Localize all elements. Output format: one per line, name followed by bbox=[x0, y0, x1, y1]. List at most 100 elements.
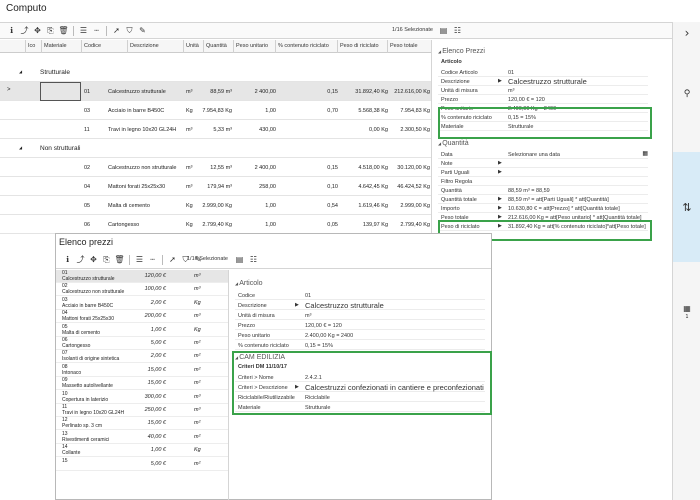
selected-cell[interactable] bbox=[40, 82, 81, 101]
delete-icon[interactable]: 🗑 bbox=[58, 25, 69, 36]
elenco-prezzi-header[interactable]: ◢ Elenco Prezzi bbox=[438, 48, 485, 55]
search-tool-icon[interactable]: ⚲ bbox=[673, 87, 700, 101]
columns-icon[interactable]: ▤ bbox=[234, 254, 245, 265]
table-row[interactable]: 02 Calcestruzzo non strutturale m³ 12,55 m³… bbox=[0, 158, 431, 177]
copy-icon[interactable]: ⎘ bbox=[101, 254, 112, 265]
property-row[interactable]: Data Selezionare una data ▦ bbox=[438, 150, 648, 159]
dash-icon[interactable]: ┄ bbox=[91, 25, 102, 36]
move-icon[interactable]: ✥ bbox=[32, 25, 43, 36]
property-row[interactable]: Unità di misura m³ bbox=[235, 311, 485, 320]
grid-header-0[interactable]: Ico bbox=[28, 43, 35, 49]
table-row[interactable]: 05 Malta di cemento Kg 2.999,00 Kg 1,00 0,54 1… bbox=[0, 196, 431, 215]
property-value[interactable]: m³ bbox=[508, 88, 514, 94]
expand-arrow-icon[interactable]: ▶ bbox=[498, 160, 502, 166]
group-row[interactable]: ◢ Strutturale bbox=[0, 63, 431, 82]
property-value[interactable]: 01 bbox=[305, 293, 311, 299]
list-item[interactable]: 12 Perlinato sp. 3 cm 15,00 € m² bbox=[56, 417, 228, 431]
delete-icon[interactable]: 🗑 bbox=[114, 254, 125, 265]
move-icon[interactable]: ✥ bbox=[88, 254, 99, 265]
collapse-icon[interactable]: ◢ bbox=[19, 145, 22, 150]
collapse-icon[interactable]: ◢ bbox=[19, 69, 22, 74]
list-item[interactable]: 01 Calcestruzzo strutturale 120,00 € m³ bbox=[56, 270, 228, 283]
grid-header-8[interactable]: Peso di riciclato bbox=[340, 43, 379, 49]
grid-header-7[interactable]: % contenuto riciclato bbox=[278, 43, 329, 49]
list-item[interactable]: 08 Intonaco 15,00 € m² bbox=[56, 364, 228, 377]
toggle-sort-icon[interactable]: ⇅ bbox=[673, 152, 700, 262]
property-value[interactable]: Calcestruzzo strutturale bbox=[305, 301, 384, 310]
grid-header-5[interactable]: Quantità bbox=[206, 43, 227, 49]
property-value[interactable]: 88,59 m³ = 88,59 bbox=[508, 188, 550, 194]
expand-arrow-icon[interactable]: ▶ bbox=[295, 302, 299, 308]
table-row[interactable]: 03 Acciaio in barre B450C Kg 7.954,83 Kg 1,0… bbox=[0, 101, 431, 120]
list-item[interactable]: 10 Copertura in laterizio 300,00 € m³ bbox=[56, 391, 228, 404]
export-icon[interactable]: ⤴ bbox=[75, 254, 86, 265]
table-row[interactable]: >01 Calcestruzzo strutturale m³ 88,59 m³ 2 4… bbox=[0, 82, 431, 101]
list-item[interactable]: 06 Cartongesso 5,00 € m² bbox=[56, 337, 228, 350]
property-row[interactable]: Unità di misura m³ bbox=[438, 86, 648, 95]
columns-icon[interactable]: ▤ bbox=[438, 25, 449, 36]
grid-header-3[interactable]: Descrizione bbox=[130, 43, 159, 49]
grid-header-6[interactable]: Peso unitario bbox=[236, 43, 268, 49]
property-row[interactable]: Prezzo 120,00 € = 120 bbox=[438, 95, 648, 104]
grid-header-1[interactable]: Materiale bbox=[44, 43, 67, 49]
list-item[interactable]: 04 Mattoni forati 25x25x30 200,00 € m³ bbox=[56, 310, 228, 324]
table-row[interactable]: 04 Mattoni forati 25x25x30 m³ 179,94 m³ 258,… bbox=[0, 177, 431, 196]
grid-header-2[interactable]: Codice bbox=[84, 43, 101, 49]
table-row[interactable]: 06 Cartongesso Kg 2.799,40 Kg 1,00 0,05 139,97… bbox=[0, 215, 431, 234]
chevron-right-icon[interactable]: › bbox=[673, 26, 700, 40]
property-row[interactable]: Quantità totale ▶ 88,59 m³ = att[Parti Ugu… bbox=[438, 195, 648, 204]
grid-header-4[interactable]: Unità bbox=[186, 43, 199, 49]
calendar-icon[interactable]: ▦ bbox=[642, 150, 648, 157]
property-row[interactable]: % contenuto riciclato 0,15 = 15% bbox=[235, 341, 485, 350]
property-row[interactable]: Codice Articolo 01 bbox=[438, 68, 648, 77]
list-item[interactable]: 02 Calcestruzzo non strutturale 100,00 € m³ bbox=[56, 283, 228, 297]
expand-arrow-icon[interactable]: ▶ bbox=[498, 169, 502, 175]
property-row[interactable]: Descrizione ▶ Calcestruzzo strutturale bbox=[438, 77, 648, 86]
grid-header-9[interactable]: Peso totale bbox=[390, 43, 418, 49]
list-icon[interactable]: ☰ bbox=[78, 25, 89, 36]
dash-icon[interactable]: ┄ bbox=[147, 254, 158, 265]
list-item[interactable]: 11 Travi in legno 10x20 GL24H 250,00 € m³ bbox=[56, 404, 228, 417]
property-value[interactable]: Selezionare una data bbox=[508, 152, 560, 158]
settings-list-icon[interactable]: ☷ bbox=[248, 254, 259, 265]
list-icon[interactable]: ☰ bbox=[134, 254, 145, 265]
property-row[interactable]: Note ▶ bbox=[438, 159, 648, 168]
property-row[interactable]: Codice 01 bbox=[235, 291, 485, 300]
list-item[interactable]: 14 Collante 1,00 € Kg bbox=[56, 444, 228, 458]
property-value[interactable]: 120,00 € = 120 bbox=[305, 323, 342, 329]
expand-arrow-icon[interactable]: ▶ bbox=[498, 78, 502, 84]
list-item[interactable]: 03 Acciaio in barre B450C 2,00 € Kg bbox=[56, 297, 228, 310]
property-value[interactable]: 10.630,80 € = att[Prezzo] * att[Quantità… bbox=[508, 206, 620, 212]
property-value[interactable]: 2.400,00 Kg = 2400 bbox=[305, 333, 353, 339]
property-row[interactable]: Filtro Regola bbox=[438, 177, 648, 186]
table-row[interactable]: 11 Travi in legno 10x20 GL24H m³ 5,33 m³ 430… bbox=[0, 120, 431, 139]
list-item[interactable]: 15 5,00 € m² bbox=[56, 458, 228, 471]
settings-list-icon[interactable]: ☷ bbox=[452, 25, 463, 36]
property-row[interactable]: Importo ▶ 10.630,80 € = att[Prezzo] * att[… bbox=[438, 204, 648, 213]
property-row[interactable]: Descrizione ▶ Calcestruzzo strutturale bbox=[235, 301, 485, 310]
property-row[interactable]: Quantità 88,59 m³ = 88,59 bbox=[438, 186, 648, 195]
pointer-icon[interactable]: ➚ bbox=[111, 25, 122, 36]
info-icon[interactable]: ℹ bbox=[62, 254, 73, 265]
property-value[interactable]: 88,59 m³ = att[Parti Uguali] * att[Quant… bbox=[508, 197, 609, 203]
pointer-icon[interactable]: ➚ bbox=[167, 254, 178, 265]
expand-arrow-icon[interactable]: ▶ bbox=[498, 205, 502, 211]
property-row[interactable]: Peso unitario 2.400,00 Kg = 2400 bbox=[235, 331, 485, 340]
info-icon[interactable]: ℹ bbox=[6, 25, 17, 36]
expand-arrow-icon[interactable]: ▶ bbox=[498, 196, 502, 202]
filter-icon[interactable]: ⛉ bbox=[124, 25, 135, 36]
list-item[interactable]: 07 Isolanti di origine sintetica 2,00 € m² bbox=[56, 350, 228, 364]
property-row[interactable]: Prezzo 120,00 € = 120 bbox=[235, 321, 485, 330]
list-item[interactable]: 13 Rivestimenti ceramici 40,00 € m² bbox=[56, 431, 228, 444]
property-value[interactable]: 01 bbox=[508, 70, 514, 76]
list-item[interactable]: 09 Massetto autolivellante 15,00 € m² bbox=[56, 377, 228, 391]
group-row[interactable]: ◢ Non strutturali bbox=[0, 139, 431, 158]
copy-icon[interactable]: ⎘ bbox=[45, 25, 56, 36]
property-value[interactable]: 0,15 = 15% bbox=[305, 343, 333, 349]
export-icon[interactable]: ⤴ bbox=[19, 25, 30, 36]
property-value[interactable]: m³ bbox=[305, 313, 311, 319]
property-value[interactable]: Calcestruzzo strutturale bbox=[508, 77, 587, 86]
edit-icon[interactable]: ✎ bbox=[137, 25, 148, 36]
quantita-header[interactable]: ◢ Quantità bbox=[438, 140, 469, 147]
property-value[interactable]: 120,00 € = 120 bbox=[508, 97, 545, 103]
